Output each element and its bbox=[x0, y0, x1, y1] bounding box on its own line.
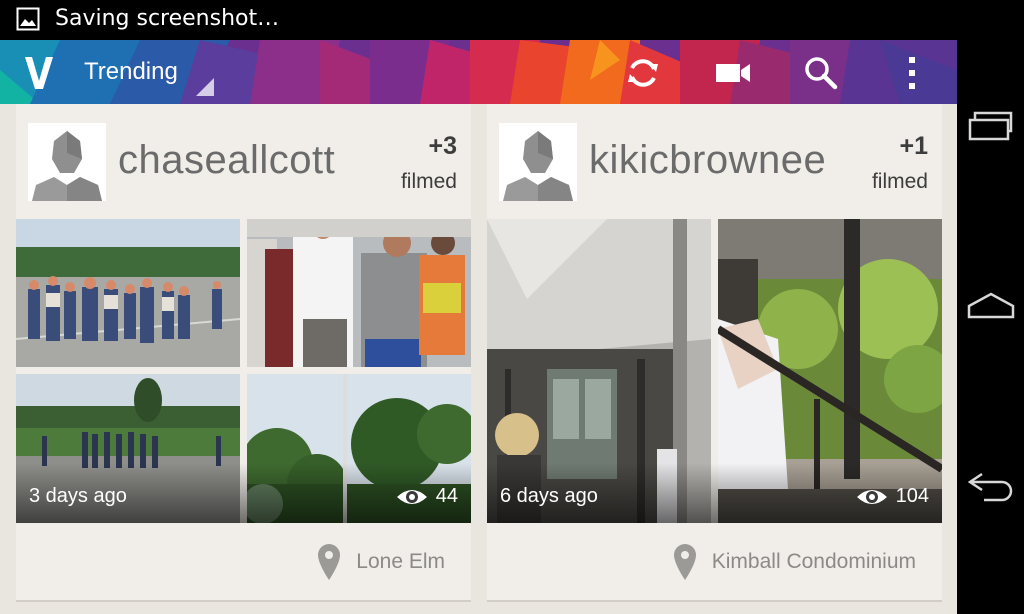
view-count-value: 44 bbox=[435, 485, 458, 507]
action-bar: Trending bbox=[0, 40, 957, 104]
record-video-button[interactable] bbox=[712, 52, 754, 94]
eye-icon bbox=[856, 489, 887, 504]
recents-icon bbox=[968, 111, 1013, 141]
location[interactable]: Kimball Condominium bbox=[673, 544, 916, 580]
status-bar: Saving screenshot… bbox=[0, 0, 1024, 40]
search-icon bbox=[805, 57, 838, 90]
filmed-label: filmed bbox=[400, 170, 457, 193]
avatar[interactable] bbox=[499, 123, 577, 201]
video-camera-icon bbox=[716, 64, 750, 82]
filmed-count: +3 bbox=[428, 132, 457, 160]
location-pin-icon bbox=[318, 544, 341, 580]
phone-screen: Saving screenshot… Trending chaseallcott… bbox=[0, 0, 1024, 614]
search-button[interactable] bbox=[800, 52, 842, 94]
status-text: Saving screenshot… bbox=[55, 6, 280, 31]
filmed-label: filmed bbox=[871, 170, 928, 193]
location-name: Kimball Condominium bbox=[711, 550, 916, 573]
post-card[interactable]: kikicbrownee +1 filmed 6 days ago 104 Ki… bbox=[487, 104, 942, 600]
location-pin-icon bbox=[673, 544, 696, 580]
eye-icon bbox=[396, 489, 427, 504]
location-name: Lone Elm bbox=[356, 550, 445, 573]
feed: chaseallcott +3 filmed 3 days ago 44 Lon… bbox=[0, 104, 957, 614]
video-thumbnail[interactable] bbox=[247, 219, 471, 367]
view-count: 44 bbox=[396, 485, 458, 508]
view-count: 104 bbox=[856, 485, 929, 508]
location[interactable]: Lone Elm bbox=[318, 544, 445, 580]
vine-logo-icon[interactable] bbox=[22, 53, 56, 91]
avatar[interactable] bbox=[28, 123, 106, 201]
username[interactable]: kikicbrownee bbox=[589, 138, 826, 183]
spinner-indicator-icon bbox=[196, 78, 214, 96]
recents-button[interactable] bbox=[965, 104, 1017, 148]
refresh-button[interactable] bbox=[622, 52, 664, 94]
video-thumbnail-grid[interactable]: 6 days ago 104 bbox=[487, 219, 942, 523]
navigation-bar bbox=[957, 0, 1024, 614]
view-count-value: 104 bbox=[895, 485, 929, 507]
filmed-count: +1 bbox=[899, 132, 928, 160]
default-avatar-icon bbox=[28, 123, 106, 201]
refresh-icon bbox=[628, 59, 658, 87]
overflow-menu-icon bbox=[909, 57, 915, 89]
post-time: 3 days ago bbox=[29, 485, 127, 507]
video-thumbnail[interactable] bbox=[16, 219, 240, 367]
home-icon bbox=[967, 292, 1015, 319]
post-time: 6 days ago bbox=[500, 485, 598, 507]
post-card[interactable]: chaseallcott +3 filmed 3 days ago 44 Lon… bbox=[16, 104, 471, 600]
username[interactable]: chaseallcott bbox=[118, 138, 335, 183]
back-button[interactable] bbox=[965, 464, 1017, 508]
default-avatar-icon bbox=[499, 123, 577, 201]
overflow-menu-button[interactable] bbox=[891, 52, 933, 94]
back-icon bbox=[967, 472, 1013, 502]
image-icon bbox=[16, 7, 40, 31]
video-thumbnail-grid[interactable]: 3 days ago 44 bbox=[16, 219, 471, 523]
home-button[interactable] bbox=[965, 284, 1017, 328]
page-title[interactable]: Trending bbox=[84, 58, 178, 86]
